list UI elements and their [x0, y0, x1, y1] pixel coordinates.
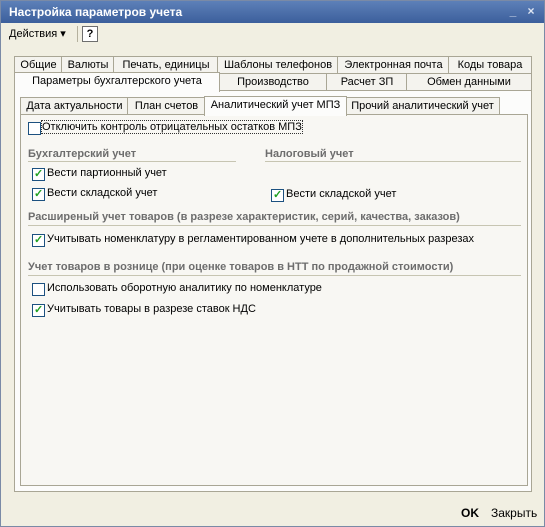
disable-negative-control-checkbox[interactable] [28, 122, 41, 135]
divider [28, 225, 521, 226]
subtab-other-analytics[interactable]: Прочий аналитический учет [345, 97, 500, 115]
check-icon: ✓ [34, 234, 44, 246]
divider [28, 275, 521, 276]
check-icon: ✓ [34, 188, 44, 200]
buh-warehouse-label[interactable]: Вести складской учет [47, 187, 157, 199]
disable-negative-control-label[interactable]: Отключить контроль отрицательных остатко… [41, 120, 303, 134]
tab-product-codes[interactable]: Коды товара [448, 56, 532, 74]
group-retail-accounting: Учет товаров в рознице (при оценке товар… [28, 261, 454, 273]
divider [265, 161, 521, 162]
check-icon: ✓ [273, 189, 283, 201]
buh-warehouse-checkbox[interactable]: ✓ [32, 188, 45, 201]
actions-label: Действия [9, 28, 58, 40]
group-buh-accounting: Бухгалтерский учет [28, 148, 137, 160]
subtab-inventory-analytics[interactable]: Аналитический учет МПЗ [204, 96, 347, 116]
retail-turnover-label[interactable]: Использовать оборотную аналитику по номе… [47, 282, 322, 294]
buh-batch-checkbox[interactable]: ✓ [32, 168, 45, 181]
toolbar-separator [77, 26, 78, 42]
toolbar: Действия ▾ ? [3, 24, 542, 44]
tab-phone-templates[interactable]: Шаблоны телефонов [217, 56, 339, 74]
subtab-actuality-date[interactable]: Дата актуальности [20, 97, 129, 115]
divider [28, 161, 236, 162]
tab-production[interactable]: Производство [218, 73, 328, 91]
subtab-chart-of-accounts[interactable]: План счетов [127, 97, 206, 115]
ok-button[interactable]: OK [461, 506, 479, 520]
dialog-footer: OK Закрыть [1, 500, 544, 526]
close-icon[interactable]: × [524, 4, 538, 18]
group-extended-accounting: Расширеный учет товаров (в разрезе харак… [28, 211, 460, 223]
group-tax-accounting: Налоговый учет [265, 148, 354, 160]
ext-nomenclature-checkbox[interactable]: ✓ [32, 234, 45, 247]
buh-batch-label[interactable]: Вести партионный учет [47, 167, 167, 179]
ext-nomenclature-label[interactable]: Учитывать номенклатуру в регламентирован… [47, 233, 474, 245]
check-icon: ✓ [34, 304, 44, 316]
retail-vat-checkbox[interactable]: ✓ [32, 304, 45, 317]
title-bar: Настройка параметров учета _ × [1, 1, 544, 23]
minimize-icon[interactable]: _ [506, 4, 520, 18]
tab-payroll[interactable]: Расчет ЗП [326, 73, 408, 91]
actions-menu[interactable]: Действия ▾ [9, 27, 66, 40]
check-icon: ✓ [34, 168, 44, 180]
settings-window: Настройка параметров учета _ × Действия … [0, 0, 545, 527]
tab-data-exchange[interactable]: Обмен данными [406, 73, 532, 91]
tax-warehouse-checkbox[interactable]: ✓ [271, 189, 284, 202]
close-button[interactable]: Закрыть [491, 506, 537, 520]
window-title: Настройка параметров учета [9, 5, 183, 19]
tab-email[interactable]: Электронная почта [337, 56, 450, 74]
retail-turnover-checkbox[interactable] [32, 283, 45, 296]
help-button[interactable]: ? [82, 26, 98, 42]
tab-accounting-params[interactable]: Параметры бухгалтерского учета [14, 72, 220, 92]
retail-vat-label[interactable]: Учитывать товары в разрезе ставок НДС [47, 303, 256, 315]
tax-warehouse-label[interactable]: Вести складской учет [286, 188, 396, 200]
chevron-down-icon: ▾ [60, 28, 66, 40]
